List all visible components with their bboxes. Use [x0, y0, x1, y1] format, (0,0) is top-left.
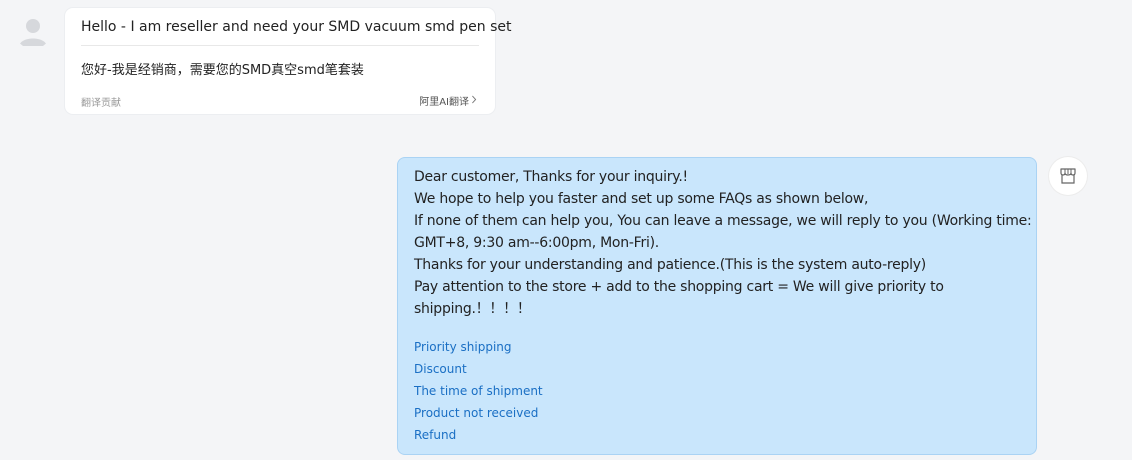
faq-link-time-of-shipment[interactable]: The time of shipment [414, 380, 543, 402]
faq-link-product-not-received[interactable]: Product not received [414, 402, 543, 424]
user-avatar-icon[interactable] [15, 13, 51, 49]
faq-list: Priority shipping Discount The time of s… [414, 336, 543, 446]
chevron-right-icon [472, 94, 477, 107]
reply-line: GMT+8, 9:30 am--6:00pm, Mon-Fri). [414, 235, 660, 251]
ai-translate-label: 阿里AI翻译 [419, 97, 469, 108]
reply-line: We hope to help you faster and set up so… [414, 191, 869, 207]
faq-link-refund[interactable]: Refund [414, 424, 543, 446]
reply-line: Dear customer, Thanks for your inquiry.! [414, 169, 688, 185]
incoming-message-bubble: Hello - I am reseller and need your SMD … [65, 8, 512, 114]
original-message-text: Hello - I am reseller and need your SMD … [81, 19, 512, 35]
reply-line: shipping.！！！！ [414, 301, 531, 317]
faq-link-discount[interactable]: Discount [414, 358, 543, 380]
auto-reply-text: Dear customer, Thanks for your inquiry.!… [414, 166, 1032, 320]
translated-message-text: 您好-我是经销商，需要您的SMD真空smd笔套装 [81, 63, 364, 78]
message-divider [81, 45, 479, 46]
translation-contribute-link[interactable]: 翻译贡献 [81, 94, 121, 109]
reply-line: Thanks for your understanding and patien… [414, 257, 927, 273]
reply-line: If none of them can help you, You can le… [414, 213, 1032, 229]
ai-translate-link[interactable]: 阿里AI翻译 [419, 93, 477, 108]
faq-link-priority-shipping[interactable]: Priority shipping [414, 336, 543, 358]
auto-reply-bubble: Dear customer, Thanks for your inquiry.!… [397, 157, 1037, 455]
store-icon[interactable] [1049, 157, 1087, 195]
reply-line: Pay attention to the store + add to the … [414, 279, 944, 295]
